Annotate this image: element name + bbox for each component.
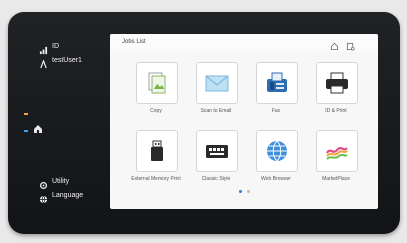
printer-icon [326, 72, 348, 94]
user-icon [39, 56, 48, 69]
app-classic-style[interactable] [196, 130, 238, 172]
globe-icon [267, 140, 287, 162]
copy-icon [148, 72, 166, 94]
user-name: testUser1 [52, 57, 82, 64]
app-id-print[interactable] [316, 62, 358, 104]
app-web-browser-label: Web Browser [261, 176, 291, 182]
envelope-icon [205, 75, 229, 92]
app-external-memory-print[interactable] [136, 130, 178, 172]
language-label: Language [52, 192, 84, 199]
left-status-panel: ID testUser1 Utility Language [35, 32, 107, 210]
keyboard-icon [206, 145, 228, 158]
touch-screen: Jobs List Copy Scan to Email Fax ID & Pr… [110, 34, 378, 209]
gear-icon [39, 177, 48, 190]
fax-icon [267, 72, 287, 92]
app-external-memory-print-label: External Memory Print [131, 176, 181, 182]
screen-header: Jobs List [110, 34, 378, 52]
status-led-orange [24, 113, 28, 115]
app-scan-to-email-label: Scan to Email [200, 108, 232, 114]
app-marketplace[interactable] [316, 130, 358, 172]
user-row[interactable]: testUser1 [39, 56, 82, 69]
app-scan-to-email[interactable] [196, 62, 238, 104]
log-icon[interactable] [346, 38, 355, 51]
utility-label: Utility [52, 178, 70, 185]
page-indicator-active[interactable] [239, 190, 242, 193]
status-id-row[interactable]: ID [39, 42, 59, 55]
marketplace-icon [326, 147, 348, 160]
signal-icon [39, 42, 48, 55]
app-id-print-label: ID & Print [325, 108, 347, 114]
language-button[interactable]: Language [39, 191, 84, 204]
status-led-blue [24, 130, 28, 132]
app-copy-label: Copy [150, 108, 162, 114]
app-fax[interactable] [256, 62, 298, 104]
app-web-browser[interactable] [256, 130, 298, 172]
utility-button[interactable]: Utility [39, 177, 70, 190]
app-copy[interactable] [136, 62, 178, 104]
app-fax-label: Fax [271, 108, 281, 114]
usb-icon [151, 140, 163, 161]
status-id-label: ID [52, 43, 59, 50]
globe-icon [39, 191, 48, 204]
app-marketplace-label: MarketPlace [322, 176, 350, 182]
jobs-list-label[interactable]: Jobs List [122, 39, 146, 45]
home-icon[interactable] [330, 38, 339, 51]
page-indicator[interactable] [247, 190, 250, 193]
app-classic-style-label: Classic Style [201, 176, 231, 182]
